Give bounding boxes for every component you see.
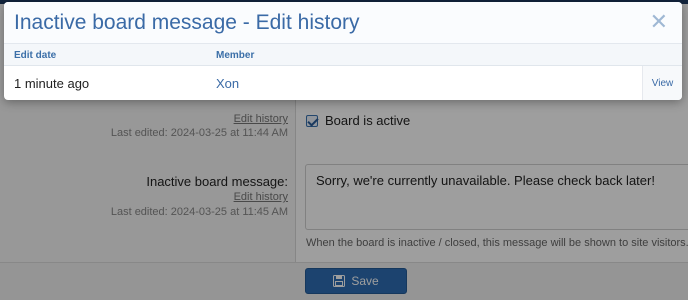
- close-icon[interactable]: ✕: [650, 11, 668, 33]
- column-header-edit-date: Edit date: [14, 50, 57, 61]
- view-button[interactable]: View: [642, 66, 682, 100]
- table-row: 1 minute ago Xon View: [4, 66, 682, 100]
- modal-title: Inactive board message - Edit history: [14, 10, 360, 34]
- edit-history-modal: Inactive board message - Edit history ✕ …: [4, 2, 682, 100]
- column-header-member: Member: [216, 50, 255, 61]
- modal-header: Inactive board message - Edit history: [4, 2, 682, 44]
- member-link[interactable]: Xon: [216, 76, 239, 91]
- history-table-header: Edit date Member: [4, 44, 682, 66]
- edit-date-cell: 1 minute ago: [14, 76, 90, 91]
